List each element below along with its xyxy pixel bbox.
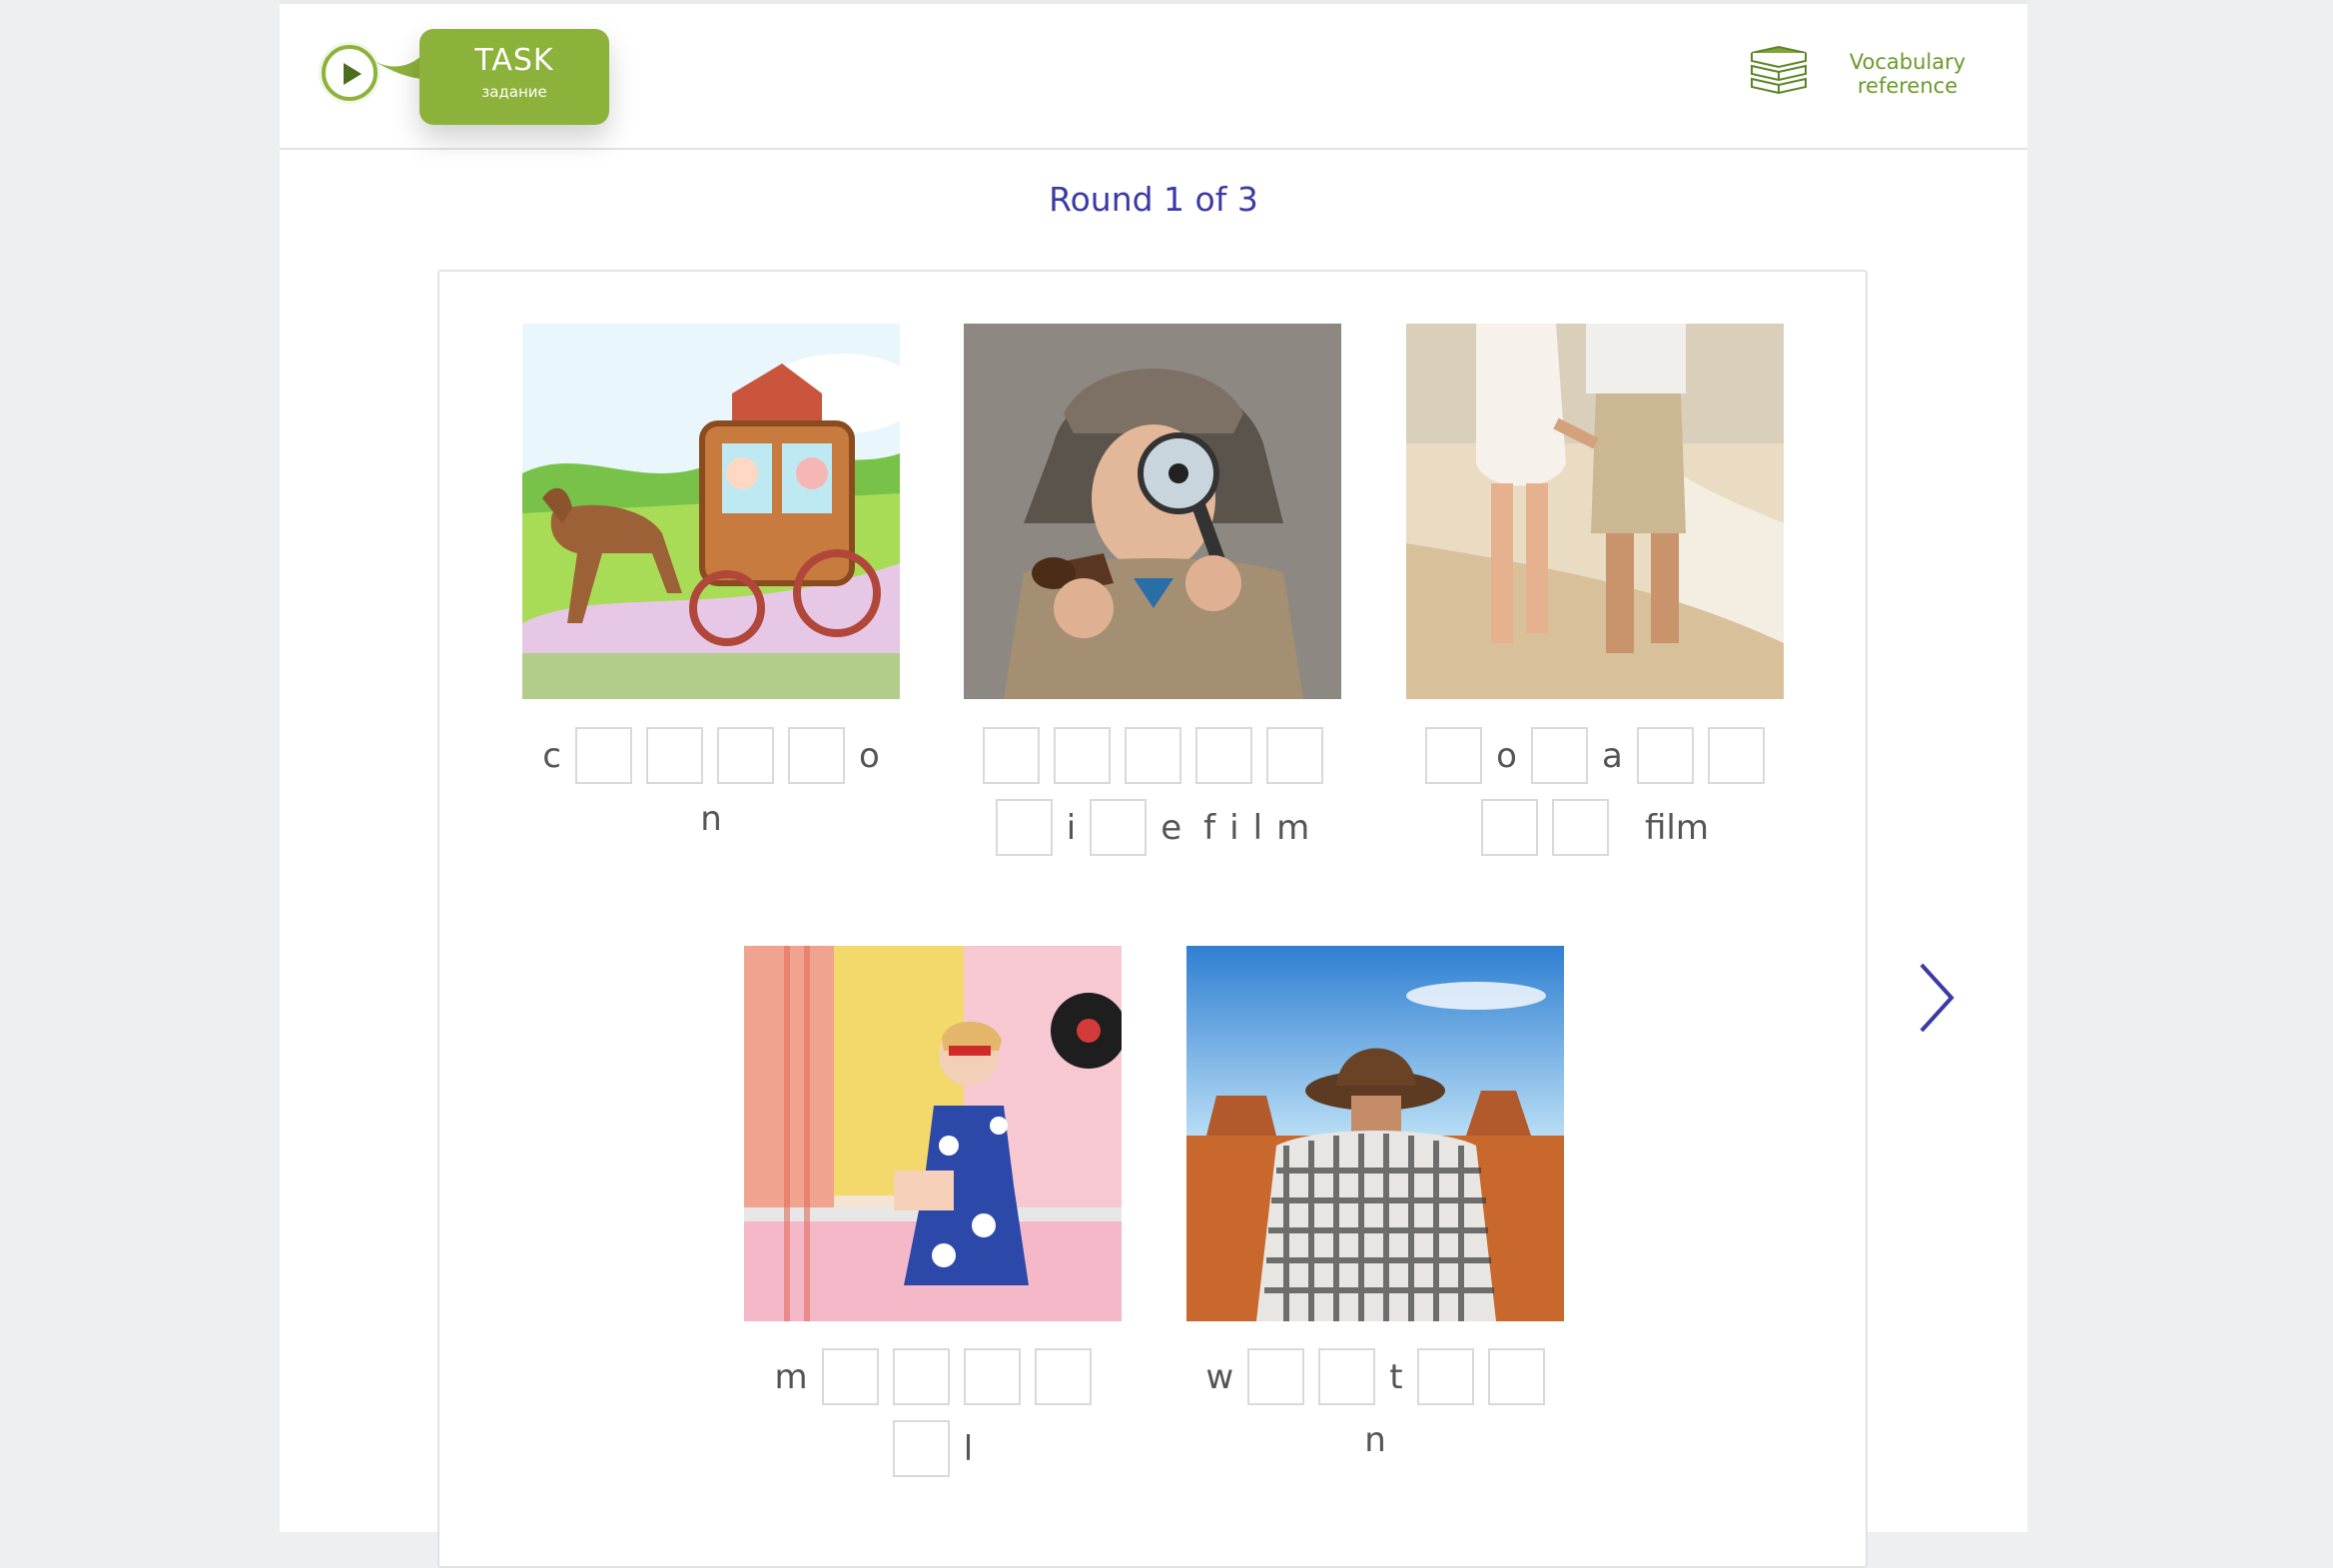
puzzle-image-retro-singer	[744, 946, 1122, 1321]
puzzle-image-cowboy	[1186, 946, 1564, 1321]
word-fragment: film	[1645, 807, 1709, 848]
puzzle-5-line-1: w t	[1186, 1348, 1564, 1405]
letter-slot[interactable]	[995, 799, 1053, 856]
letter: a	[1601, 735, 1623, 776]
puzzle-3-line-1: o a	[1406, 727, 1784, 784]
letter: c	[542, 735, 561, 776]
letter: i	[1066, 807, 1077, 848]
chevron-right-icon[interactable]	[1918, 961, 1957, 1035]
letter-slot[interactable]	[1090, 799, 1148, 856]
letter: m	[1276, 807, 1310, 848]
letter-slot[interactable]	[716, 727, 774, 784]
puzzle-image-carriage	[522, 324, 900, 699]
task-subtitle: задание	[481, 83, 547, 101]
letter: l	[1252, 807, 1263, 848]
top-edge	[280, 0, 2027, 4]
letter-slot[interactable]	[1247, 1348, 1305, 1405]
letter: w	[1205, 1356, 1234, 1397]
play-icon	[344, 63, 362, 85]
page: TASK задание × Vocabulary reference Roun…	[280, 0, 2027, 1568]
letter-slot[interactable]	[1425, 727, 1483, 784]
letter: i	[1229, 807, 1239, 848]
books-icon[interactable]	[1749, 45, 1809, 99]
letter-slot[interactable]	[1416, 1348, 1474, 1405]
letter: m	[774, 1356, 808, 1397]
letter: f	[1203, 807, 1216, 848]
letter-slot[interactable]	[963, 1348, 1021, 1405]
letter-slot[interactable]	[1481, 799, 1538, 856]
exercise-card: c o n i e f i l m o a film m l w t n	[437, 270, 1868, 1568]
letter: e	[1161, 807, 1182, 848]
puzzle-1-line-1: c o	[522, 727, 900, 784]
letter-slot[interactable]	[1124, 727, 1181, 784]
task-title: TASK	[474, 43, 554, 78]
letter-slot[interactable]	[645, 727, 703, 784]
letter-slot[interactable]	[1530, 727, 1588, 784]
puzzle-image-beach-couple	[1406, 324, 1784, 699]
task-bubble[interactable]: TASK задание	[419, 29, 609, 125]
top-bar: TASK задание × Vocabulary reference	[280, 0, 2027, 150]
vocab-line2: reference	[1857, 74, 1958, 98]
letter-slot[interactable]	[982, 727, 1040, 784]
puzzle-5-line-2: n	[1186, 1420, 1564, 1460]
letter-slot[interactable]	[892, 1348, 950, 1405]
letter: o	[858, 735, 880, 776]
letter: n	[700, 799, 722, 839]
letter-slot[interactable]	[1636, 727, 1694, 784]
letter-slot[interactable]	[1034, 1348, 1092, 1405]
letter-slot[interactable]	[1318, 1348, 1376, 1405]
letter: t	[1389, 1356, 1403, 1397]
puzzle-2-line-2: i e f i l m	[964, 799, 1341, 856]
letter: o	[1496, 735, 1517, 776]
letter-slot[interactable]	[1487, 1348, 1545, 1405]
letter: n	[1364, 1420, 1386, 1460]
letter-slot[interactable]	[1053, 727, 1111, 784]
letter-slot[interactable]	[821, 1348, 879, 1405]
letter-slot[interactable]	[787, 727, 845, 784]
puzzle-3-line-2: film	[1406, 799, 1784, 856]
letter-slot[interactable]	[1265, 727, 1323, 784]
letter-slot[interactable]	[574, 727, 632, 784]
letter-slot[interactable]	[892, 1420, 950, 1477]
vocabulary-reference-link[interactable]: Vocabulary reference	[1826, 50, 1989, 98]
puzzle-1-line-2: n	[522, 799, 900, 839]
letter-slot[interactable]	[1194, 727, 1252, 784]
letter-slot[interactable]	[1707, 727, 1765, 784]
vocab-line1: Vocabulary	[1849, 50, 1966, 74]
play-audio-button[interactable]	[322, 45, 378, 101]
round-indicator: Round 1 of 3	[1049, 180, 1258, 219]
letter: l	[963, 1428, 974, 1469]
letter-slot[interactable]	[1552, 799, 1609, 856]
puzzle-4-line-1: m	[744, 1348, 1122, 1405]
puzzle-2-line-1	[964, 727, 1341, 784]
close-icon[interactable]: ×	[855, 40, 877, 66]
puzzle-4-line-2: l	[744, 1420, 1122, 1477]
puzzle-image-detective	[964, 324, 1341, 699]
